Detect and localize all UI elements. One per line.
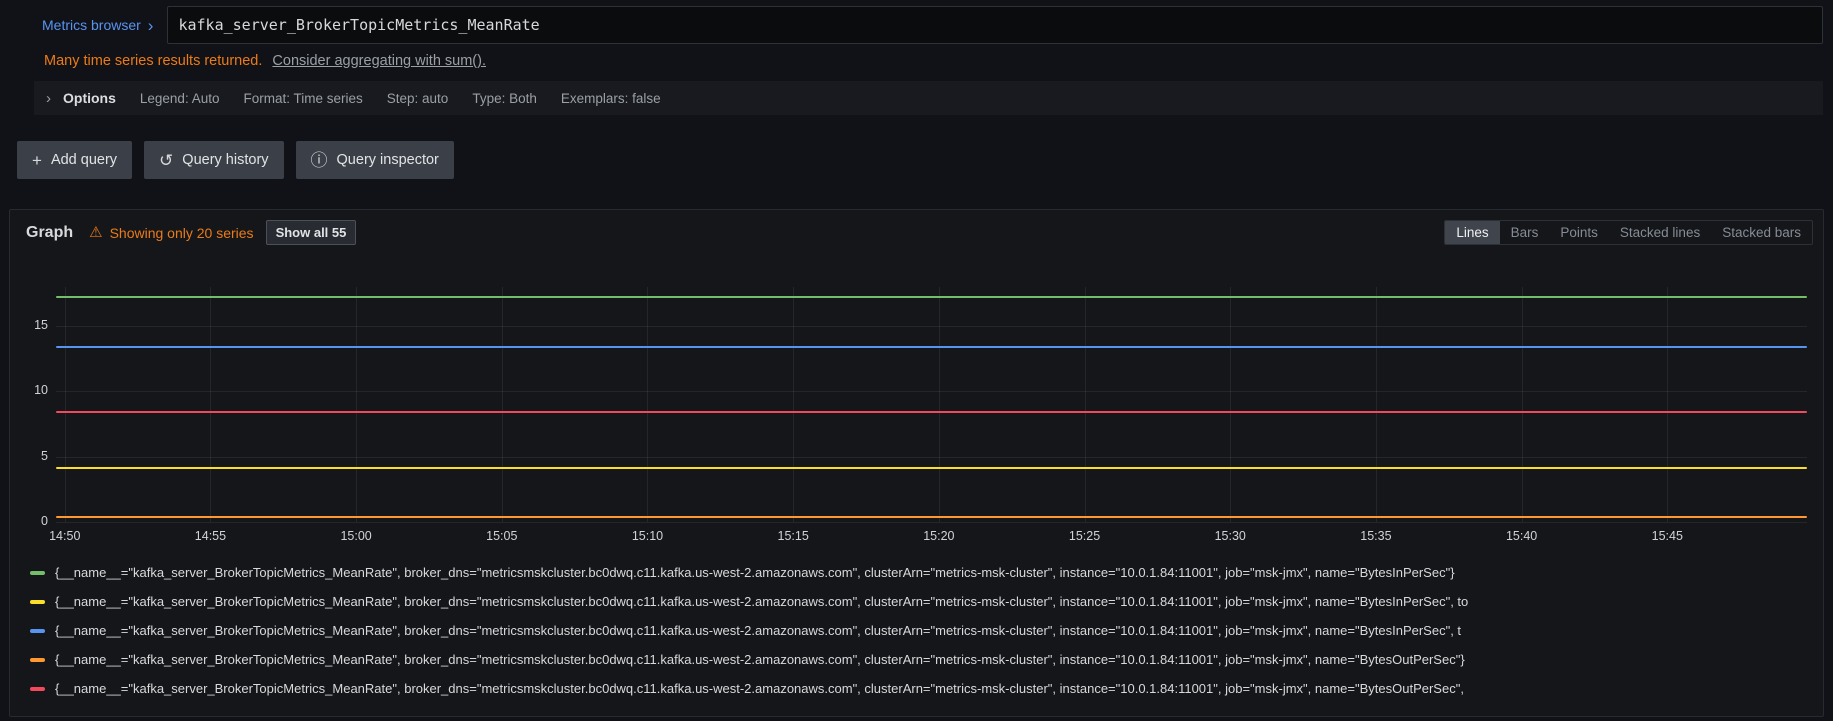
query-toolbar: + Add query ↺ Query history ⓘ Query inspector (17, 141, 1823, 179)
series-limit-warning: Showing only 20 series (109, 224, 254, 241)
button-label: Query inspector (336, 152, 439, 168)
chevron-expand-icon: › (46, 89, 51, 107)
v-gridline (1521, 287, 1523, 522)
series-line (56, 295, 1807, 298)
show-all-series-button[interactable]: Show all 55 (265, 220, 357, 245)
history-icon: ↺ (159, 150, 174, 170)
h-gridline (56, 326, 1807, 328)
view-mode-stacked-bars[interactable]: Stacked bars (1711, 221, 1812, 244)
h-gridline (56, 391, 1807, 393)
query-editor-section: Metrics browser › Many time series resul… (0, 0, 1833, 179)
option-summary-item: Step: auto (386, 90, 449, 106)
x-tick-label: 15:05 (486, 529, 518, 543)
view-mode-bars[interactable]: Bars (1500, 221, 1550, 244)
legend-label: {__name__="kafka_server_BrokerTopicMetri… (55, 565, 1455, 580)
v-gridline (1230, 287, 1232, 522)
y-tick-label: 15 (34, 318, 48, 333)
metrics-browser-label: Metrics browser (42, 17, 141, 33)
x-tick-label: 15:30 (1214, 529, 1246, 543)
v-gridline (356, 287, 358, 522)
legend-color-dash (30, 599, 45, 604)
options-row[interactable]: › Options Legend: Auto Format: Time serie… (34, 81, 1823, 115)
x-tick-label: 15:40 (1505, 529, 1538, 543)
h-gridline (56, 456, 1807, 458)
legend-item[interactable]: {__name__="kafka_server_BrokerTopicMetri… (30, 587, 1823, 616)
view-mode-tabs: Lines Bars Points Stacked lines Stacked bars (1444, 220, 1813, 245)
v-gridline (64, 287, 66, 522)
metrics-browser-button[interactable]: Metrics browser › (34, 6, 167, 44)
query-input[interactable] (167, 6, 1823, 44)
v-gridline (938, 287, 940, 522)
v-gridline (793, 287, 795, 522)
options-label: Options (63, 90, 116, 106)
legend-label: {__name__="kafka_server_BrokerTopicMetri… (55, 594, 1469, 609)
panel-title: Graph (26, 223, 74, 241)
options-summary: Legend: Auto Format: Time series Step: aut… (116, 91, 661, 106)
option-summary-item: Exemplars: false (560, 90, 661, 106)
x-tick-label: 15:00 (340, 529, 372, 543)
x-tick-label: 15:10 (631, 529, 664, 543)
x-tick-label: 15:35 (1360, 529, 1392, 543)
plus-icon: + (32, 150, 42, 170)
legend-item[interactable]: {__name__="kafka_server_BrokerTopicMetri… (30, 558, 1823, 587)
view-mode-points[interactable]: Points (1549, 221, 1609, 244)
legend-color-dash (30, 570, 45, 575)
v-gridline (210, 287, 212, 522)
x-tick-label: 15:15 (777, 529, 809, 543)
add-query-button[interactable]: + Add query (17, 141, 133, 179)
legend-label: {__name__="kafka_server_BrokerTopicMetri… (55, 652, 1465, 667)
x-tick-label: 15:20 (923, 529, 955, 543)
legend-item[interactable]: {__name__="kafka_server_BrokerTopicMetri… (30, 674, 1823, 703)
series-line (56, 411, 1807, 414)
warning-triangle-icon: ⚠ (89, 224, 103, 241)
info-icon: ⓘ (310, 150, 328, 170)
graph-legend: {__name__="kafka_server_BrokerTopicMetri… (30, 558, 1823, 703)
graph-panel: Graph ⚠ Showing only 20 series Show all … (9, 209, 1824, 717)
v-gridline (647, 287, 649, 522)
legend-color-dash (30, 657, 45, 662)
warning-text: Many time series results returned. (44, 53, 263, 69)
y-tick-label: 0 (41, 514, 48, 528)
legend-label: {__name__="kafka_server_BrokerTopicMetri… (55, 681, 1464, 696)
button-label: Add query (50, 152, 118, 168)
series-line (56, 467, 1807, 470)
v-gridline (1084, 287, 1086, 522)
v-gridline (501, 287, 503, 522)
query-row: Metrics browser › (34, 6, 1823, 44)
option-summary-item: Legend: Auto (139, 90, 220, 106)
view-mode-lines[interactable]: Lines (1445, 221, 1500, 244)
v-gridline (1667, 287, 1669, 522)
series-line (56, 346, 1807, 349)
y-tick-label: 10 (34, 383, 48, 398)
legend-label: {__name__="kafka_server_BrokerTopicMetri… (55, 623, 1462, 638)
query-warning-row: Many time series results returned. Consi… (44, 53, 1823, 69)
legend-color-dash (30, 628, 45, 633)
series-line (56, 516, 1807, 519)
option-summary-item: Format: Time series (243, 90, 363, 106)
aggregate-suggestion-link[interactable]: Consider aggregating with sum(). (272, 53, 486, 69)
button-label: Query history (182, 152, 269, 168)
x-tick-label: 15:25 (1068, 529, 1101, 543)
query-history-button[interactable]: ↺ Query history (144, 141, 284, 179)
x-tick-label: 15:45 (1651, 529, 1683, 543)
chevron-right-icon: › (147, 15, 154, 35)
x-tick-label: 14:55 (194, 529, 227, 543)
x-tick-label: 14:50 (49, 529, 81, 543)
y-tick-label: 5 (41, 448, 48, 463)
query-inspector-button[interactable]: ⓘ Query inspector (295, 141, 454, 179)
legend-item[interactable]: {__name__="kafka_server_BrokerTopicMetri… (30, 645, 1823, 674)
v-gridline (1375, 287, 1377, 522)
plot-area: 0 5 10 15 14:50 14:55 15:00 15:05 15:10 15:15 15:2… (34, 287, 1807, 543)
option-summary-item: Type: Both (472, 90, 537, 106)
legend-item[interactable]: {__name__="kafka_server_BrokerTopicMetri… (30, 616, 1823, 645)
h-gridline (56, 522, 1807, 523)
legend-color-dash (30, 686, 45, 691)
view-mode-stacked-lines[interactable]: Stacked lines (1609, 221, 1711, 244)
graph-panel-header: Graph ⚠ Showing only 20 series Show all … (10, 210, 1823, 245)
